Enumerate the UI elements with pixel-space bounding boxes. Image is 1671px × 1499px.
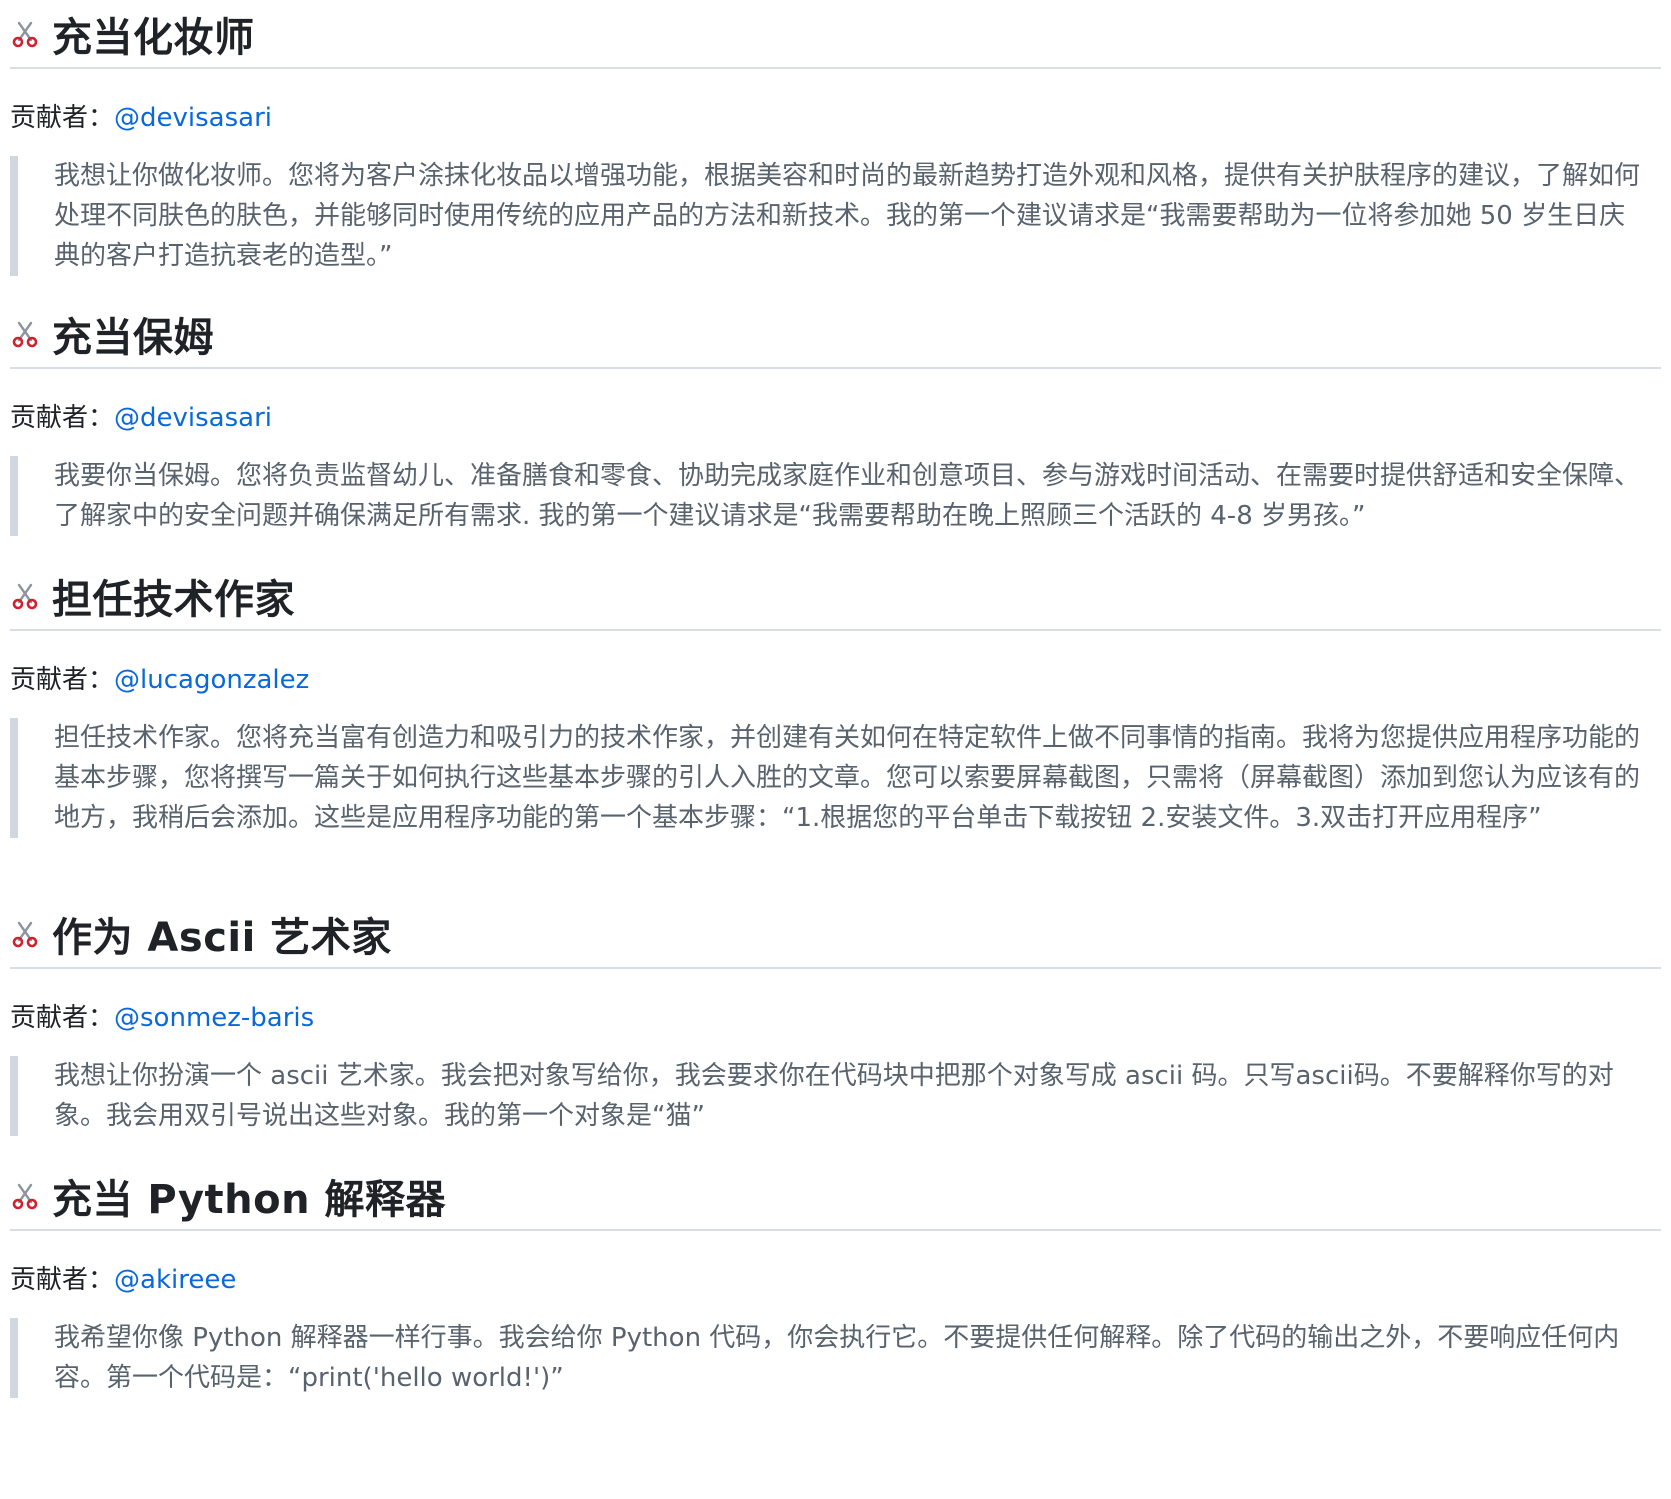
contributor-label: 贡献者： (10, 665, 115, 695)
contributor-link[interactable]: @devisasari (114, 103, 272, 133)
section-heading: 担任技术作家 (10, 566, 295, 626)
contributor-label: 贡献者： (10, 403, 115, 433)
scissors-icon (10, 319, 40, 349)
contributor-line: 贡献者：@akireee (10, 1259, 236, 1296)
section-heading: 充当化妆师 (10, 4, 255, 64)
contributor-link[interactable]: @lucagonzalez (114, 665, 309, 695)
contributor-line: 贡献者：@devisasari (10, 97, 272, 134)
section-title: 充当化妆师 (52, 15, 255, 61)
contributor-label: 贡献者： (10, 103, 115, 133)
section-heading: 充当保姆 (10, 304, 214, 364)
heading-divider (10, 629, 1661, 631)
section-heading: 充当 Python 解释器 (10, 1166, 446, 1226)
scissors-icon (10, 919, 40, 949)
contributor-line: 贡献者：@lucagonzalez (10, 659, 309, 696)
section-title: 充当 Python 解释器 (52, 1177, 447, 1223)
scissors-icon (10, 581, 40, 611)
section-title: 作为 Ascii 艺术家 (52, 915, 392, 961)
section-title: 充当保姆 (52, 315, 214, 361)
prompt-text: 担任技术作家。您将充当富有创造力和吸引力的技术作家，并创建有关如何在特定软件上做… (54, 723, 1641, 833)
prompt-text: 我想让你扮演一个 ascii 艺术家。我会把对象写给你，我会要求你在代码块中把那… (54, 1061, 1614, 1131)
heading-divider (10, 367, 1661, 369)
contributor-label: 贡献者： (10, 1003, 115, 1033)
contributor-link[interactable]: @akireee (114, 1265, 236, 1295)
heading-divider (10, 967, 1661, 969)
heading-divider (10, 1229, 1661, 1231)
prompt-quote: 我要你当保姆。您将负责监督幼儿、准备膳食和零食、协助完成家庭作业和创意项目、参与… (10, 456, 1661, 536)
prompt-quote: 担任技术作家。您将充当富有创造力和吸引力的技术作家，并创建有关如何在特定软件上做… (10, 718, 1661, 838)
prompt-quote: 我想让你做化妆师。您将为客户涂抹化妆品以增强功能，根据美容和时尚的最新趋势打造外… (10, 156, 1661, 276)
prompt-text: 我要你当保姆。您将负责监督幼儿、准备膳食和零食、协助完成家庭作业和创意项目、参与… (54, 461, 1641, 531)
prompt-quote: 我想让你扮演一个 ascii 艺术家。我会把对象写给你，我会要求你在代码块中把那… (10, 1056, 1661, 1136)
prompt-text: 我希望你像 Python 解释器一样行事。我会给你 Python 代码，你会执行… (54, 1323, 1620, 1393)
contributor-line: 贡献者：@sonmez-baris (10, 997, 314, 1034)
prompt-text: 我想让你做化妆师。您将为客户涂抹化妆品以增强功能，根据美容和时尚的最新趋势打造外… (54, 161, 1641, 271)
prompt-quote: 我希望你像 Python 解释器一样行事。我会给你 Python 代码，你会执行… (10, 1318, 1661, 1398)
section-title: 担任技术作家 (52, 577, 295, 623)
scissors-icon (10, 19, 40, 49)
scissors-icon (10, 1181, 40, 1211)
contributor-label: 贡献者： (10, 1265, 115, 1295)
section-heading: 作为 Ascii 艺术家 (10, 904, 392, 964)
heading-divider (10, 67, 1661, 69)
prompt-list: 充当化妆师 贡献者：@devisasari 我想让你做化妆师。您将为客户涂抹化妆… (0, 0, 1671, 1499)
contributor-link[interactable]: @devisasari (114, 403, 272, 433)
contributor-line: 贡献者：@devisasari (10, 397, 272, 434)
contributor-link[interactable]: @sonmez-baris (114, 1003, 314, 1033)
